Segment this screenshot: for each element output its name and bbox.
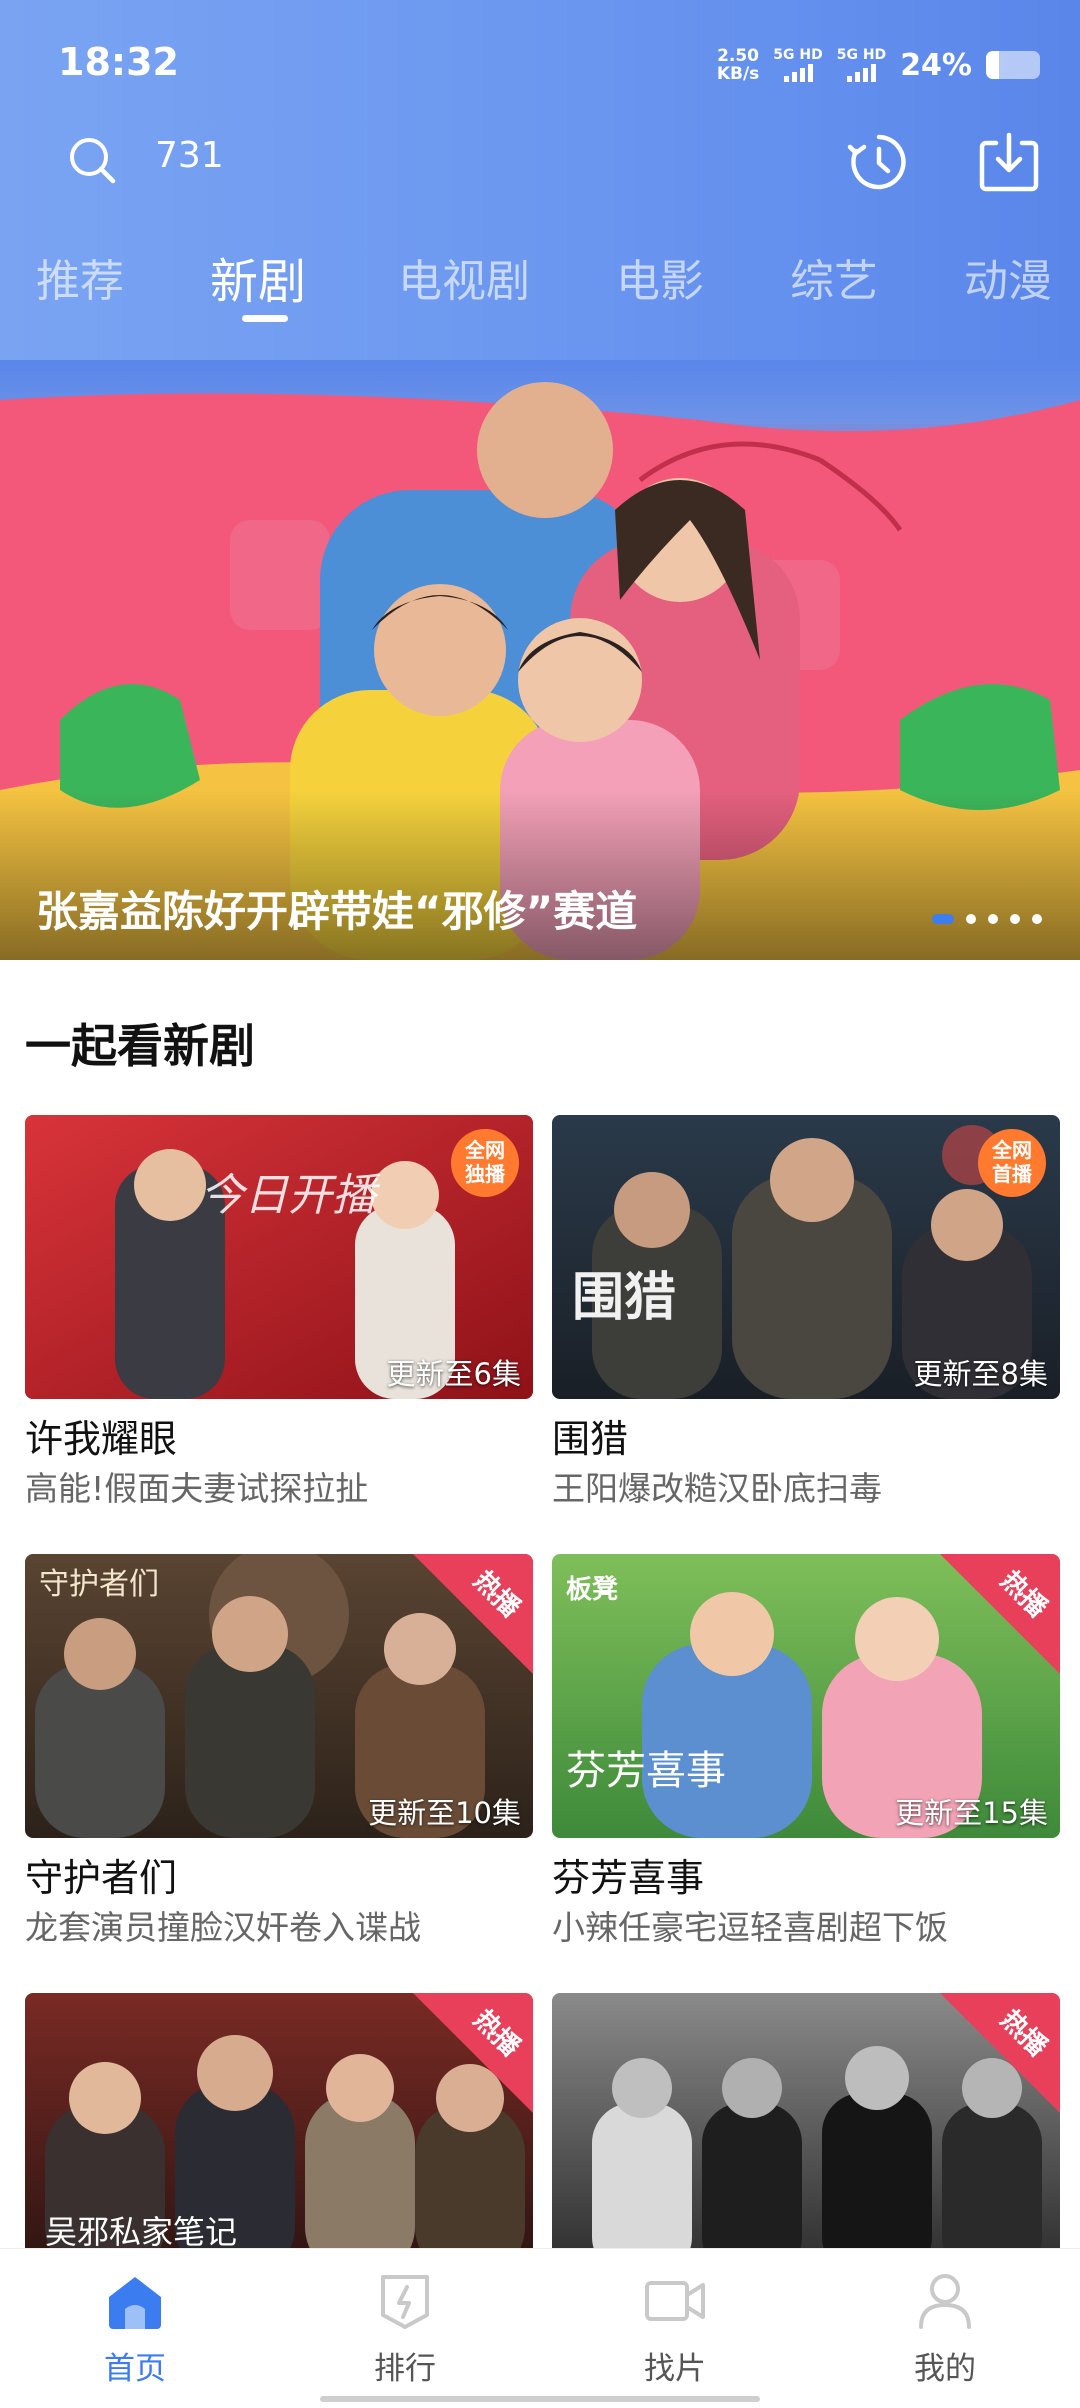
carousel-dot [1010,914,1020,924]
battery-percent: 24% [900,47,972,83]
poster-text: 芬芳喜事 [566,1748,726,1794]
card-title[interactable]: 许我耀眼 [25,1415,533,1463]
poster-thumbnail[interactable]: 板凳 芬芳喜事 热播 更新至15集 [552,1554,1060,1838]
status-icons: 2.50 KB/s 5G HD 5G HD 24% [717,40,1040,90]
nav-label: 找片 [644,2351,706,2387]
svg-text:全网: 全网 [991,1138,1032,1162]
carousel-indicator [932,914,1042,924]
signal-icon: 5G HD [773,48,823,82]
nav-profile[interactable]: 我的 [875,2271,1015,2388]
poster-thumbnail[interactable]: 围猎 全网 首播 更新至8集 [552,1115,1060,1399]
card-title[interactable]: 守护者们 [25,1854,533,1902]
poster-text: 吴邪私家笔记 [45,2213,237,2251]
battery-icon [986,51,1040,79]
card-title[interactable]: 围猎 [552,1415,1060,1463]
card-subtitle: 王阳爆改糙汉卧底扫毒 [552,1469,882,1508]
episode-badge: 更新至6集 [386,1357,521,1391]
nav-find-videos[interactable]: 找片 [605,2271,745,2388]
banner-title[interactable]: 张嘉益陈好开辟带娃“邪修”赛道 [36,878,637,939]
card-subtitle: 小辣任豪宅逗轻喜剧超下饭 [552,1908,948,1947]
episode-badge: 更新至10集 [368,1796,521,1830]
tab-anime[interactable]: 动漫 [964,245,1052,309]
nav-label: 首页 [104,2351,166,2387]
signal-icon: 5G HD [837,48,886,82]
hot-badge-icon: 热播 [413,1554,533,1674]
poster-thumbnail[interactable]: 守护者们 热播 更新至10集 [25,1554,533,1838]
nav-home[interactable]: 首页 [65,2271,205,2388]
carousel-dot [966,914,976,924]
svg-text:独播: 独播 [465,1162,506,1186]
app-header: 18:32 2.50 KB/s 5G HD 5G HD 24% 731 推荐 新… [0,0,1080,360]
network-speed: 2.50 KB/s [716,46,760,84]
card-title[interactable]: 芬芳喜事 [552,1854,1060,1902]
tab-movies[interactable]: 电影 [616,245,704,309]
poster-thumbnail[interactable]: 吴邪私家笔记 热播 [25,1993,533,2277]
home-indicator[interactable] [320,2396,760,2402]
poster-thumbnail[interactable]: 今日开播 全网 独播 更新至6集 [25,1115,533,1399]
nav-label: 我的 [914,2351,976,2387]
drama-card[interactable]: 今日开播 全网 独播 更新至6集 许我耀眼 高能!假面夫妻试探拉扯 [25,1115,533,1511]
premiere-badge-icon: 全网 首播 [978,1129,1046,1197]
drama-card[interactable]: 守护者们 热播 更新至10集 守护者们 龙套演员撞脸汉奸卷入谍战 [25,1554,533,1950]
poster-text: 围猎 [572,1268,676,1328]
bottom-navigation: 首页 排行 找片 我的 [0,2248,1080,2408]
active-tab-indicator [242,315,288,322]
svg-text:板凳: 板凳 [566,1575,618,1605]
ranking-icon [381,2275,429,2329]
section-title: 一起看新剧 [25,1019,255,1073]
hot-badge-icon: 热播 [940,1554,1060,1674]
poster-text: 今日开播 [200,1170,381,1221]
status-bar: 18:32 2.50 KB/s 5G HD 5G HD 24% [0,0,1080,130]
carousel-dot [1032,914,1042,924]
tab-recommend[interactable]: 推荐 [36,245,124,309]
tab-tv-series[interactable]: 电视剧 [398,245,530,309]
tab-variety[interactable]: 综艺 [790,245,878,309]
home-icon [109,2277,161,2329]
status-time: 18:32 [58,40,179,84]
carousel-dot [932,914,954,924]
history-icon[interactable] [846,129,912,195]
tab-new-drama[interactable]: 新剧 [210,242,306,312]
svg-text:首播: 首播 [992,1162,1033,1186]
carousel-dot [988,914,998,924]
svg-text:全网: 全网 [464,1138,505,1162]
search-bar[interactable]: 731 [0,125,1080,195]
category-tabs: 推荐 新剧 电视剧 电影 综艺 动漫 [0,245,1080,325]
download-icon[interactable] [976,129,1042,195]
episode-badge: 更新至8集 [913,1357,1048,1391]
search-input[interactable]: 731 [155,135,224,176]
card-subtitle: 高能!假面夫妻试探拉扯 [25,1469,369,1508]
drama-card[interactable]: 板凳 芬芳喜事 热播 更新至15集 芬芳喜事 小辣任豪宅逗轻喜剧超下饭 [552,1554,1060,1950]
episode-badge: 更新至15集 [895,1796,1048,1830]
drama-card[interactable]: 吴邪私家笔记 热播 [25,1993,533,2277]
card-subtitle: 龙套演员撞脸汉奸卷入谍战 [25,1908,421,1947]
video-camera-icon [645,2281,705,2321]
poster-text: 守护者们 [39,1567,159,1602]
nav-label: 排行 [374,2351,436,2387]
hero-banner[interactable]: 张嘉益陈好开辟带娃“邪修”赛道 [0,360,1080,960]
drama-card[interactable]: 热播 [552,1993,1060,2277]
drama-card[interactable]: 围猎 全网 首播 更新至8集 围猎 王阳爆改糙汉卧底扫毒 [552,1115,1060,1511]
hot-badge-icon: 热播 [413,1993,533,2113]
profile-icon [919,2274,971,2329]
hot-badge-icon: 热播 [940,1993,1060,2113]
nav-ranking[interactable]: 排行 [335,2271,475,2388]
poster-thumbnail[interactable]: 热播 [552,1993,1060,2277]
search-icon[interactable] [65,133,121,189]
exclusive-badge-icon: 全网 独播 [451,1129,519,1197]
